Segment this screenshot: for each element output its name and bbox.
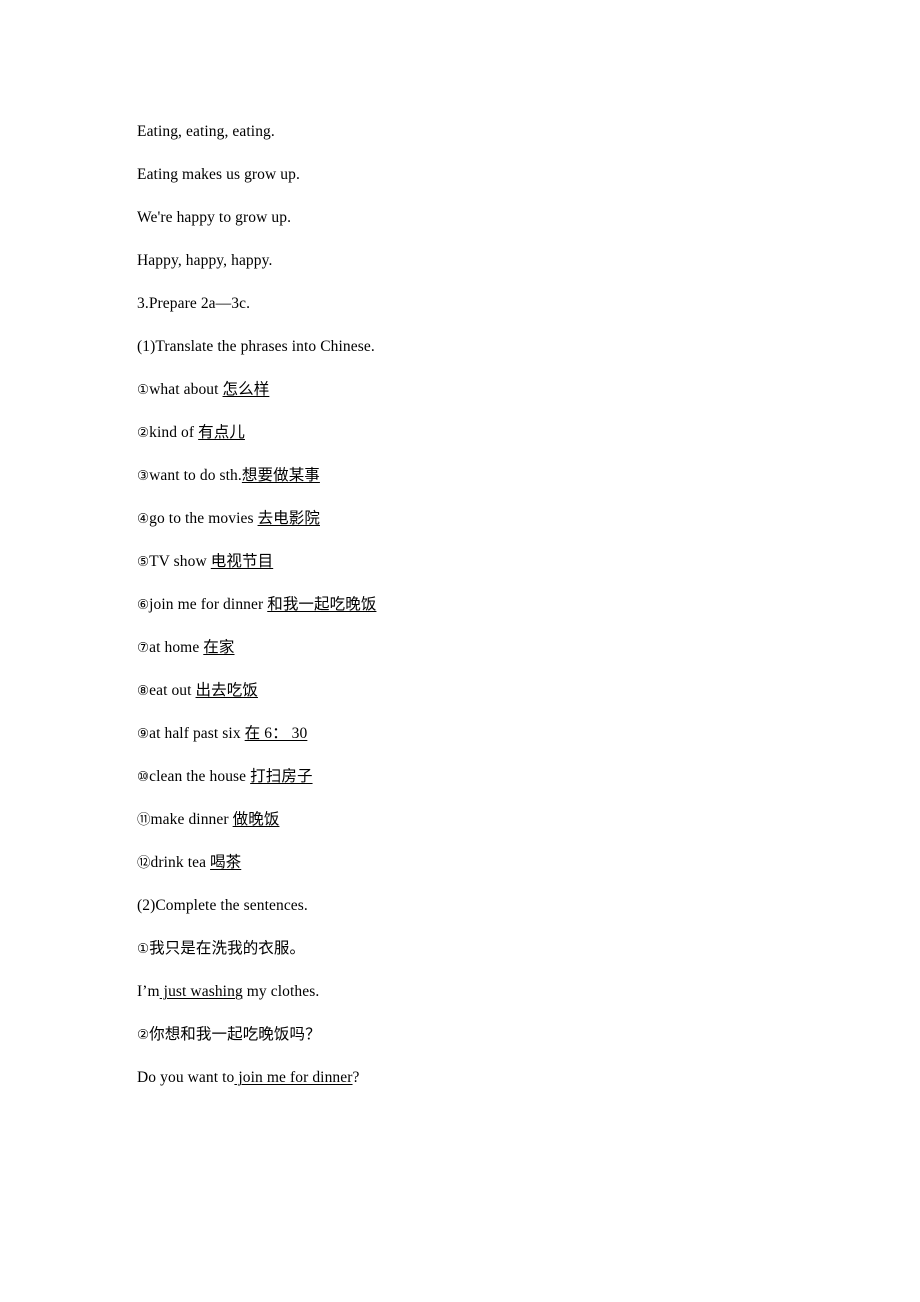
answer-blank: join me for dinner <box>234 1069 353 1086</box>
item-chinese-sentence: 你想和我一起吃晚饭吗？ <box>149 1026 321 1043</box>
item-marker: ② <box>137 425 150 441</box>
item-answer: 怎么样 <box>222 381 270 398</box>
text-line: Happy, happy, happy. <box>137 252 273 269</box>
translate-item: ③want to do sth.想要做某事 <box>137 466 837 486</box>
item-answer: 打扫房子 <box>250 768 313 785</box>
item-prompt: drink tea <box>150 854 211 871</box>
translate-item: ⑧eat out 出去吃饭 <box>137 681 837 701</box>
translate-item: ⑨at half past six 在 6： 30 <box>137 724 837 744</box>
item-marker: ⑥ <box>137 597 150 613</box>
item-answer: 在 6： 30 <box>244 725 308 742</box>
item-prompt: make dinner <box>150 811 233 828</box>
item-marker: ② <box>137 1027 150 1043</box>
item-marker: ⑦ <box>137 640 150 656</box>
item-marker: ① <box>137 941 150 957</box>
translate-item: ⑫drink tea 喝茶 <box>137 853 837 873</box>
complete-item-chinese: ①我只是在洗我的衣服。 <box>137 939 837 959</box>
translate-item: ②kind of 有点儿 <box>137 423 837 443</box>
translate-item: ⑤TV show 电视节目 <box>137 552 837 572</box>
translate-item: ①what about 怎么样 <box>137 380 837 400</box>
item-answer: 做晚饭 <box>232 811 280 828</box>
item-prompt: join me for dinner <box>149 596 268 613</box>
item-answer: 和我一起吃晚饭 <box>267 596 377 613</box>
item-marker: ⑤ <box>137 554 150 570</box>
item-answer: 电视节目 <box>210 553 274 570</box>
document-page: Eating, eating, eating. Eating makes us … <box>0 0 920 1302</box>
item-chinese-sentence: 我只是在洗我的衣服。 <box>149 940 306 957</box>
translate-item: ⑩clean the house 打扫房子 <box>137 767 837 787</box>
item-marker: ③ <box>137 468 150 484</box>
item-marker: ⑪ <box>137 812 151 828</box>
translate-item: ⑦at home 在家 <box>137 638 837 658</box>
section-heading-prepare: 3.Prepare 2a—3c. <box>137 295 251 312</box>
item-prompt: what about <box>149 381 223 398</box>
text-line: Eating makes us grow up. <box>137 166 300 183</box>
item-answer: 喝茶 <box>210 854 242 871</box>
item-marker: ① <box>137 382 150 398</box>
translate-item: ⑪make dinner 做晚饭 <box>137 810 837 830</box>
complete-item-answer: I’m just washing my clothes. <box>137 982 837 1002</box>
item-answer: 想要做某事 <box>241 467 320 484</box>
item-prompt: go to the movies <box>149 510 258 527</box>
item-prompt: at home <box>149 639 204 656</box>
complete-item-chinese: ②你想和我一起吃晚饭吗？ <box>137 1025 837 1045</box>
translate-item: ⑥join me for dinner 和我一起吃晚饭 <box>137 595 837 615</box>
subsection-heading-translate: (1)Translate the phrases into Chinese. <box>137 338 375 355</box>
item-prompt: TV show <box>149 553 211 570</box>
item-marker: ⑩ <box>137 769 150 785</box>
item-answer: 出去吃饭 <box>195 682 258 699</box>
item-marker: ⑫ <box>137 855 151 871</box>
item-answer: 在家 <box>203 639 235 656</box>
item-answer: 去电影院 <box>257 510 320 527</box>
item-prompt: at half past six <box>149 725 245 742</box>
item-prompt: kind of <box>149 424 199 441</box>
document-text-body: Eating, eating, eating. Eating makes us … <box>137 122 837 1088</box>
item-marker: ④ <box>137 511 150 527</box>
answer-prefix: Do you want to <box>137 1069 235 1086</box>
subsection-heading-complete: (2)Complete the sentences. <box>137 897 308 914</box>
answer-blank: just washing <box>159 983 243 1000</box>
complete-item-answer: Do you want to join me for dinner? <box>137 1068 837 1088</box>
item-prompt: eat out <box>149 682 196 699</box>
item-prompt: want to do sth. <box>149 467 242 484</box>
item-prompt: clean the house <box>149 768 251 785</box>
item-marker: ⑨ <box>137 726 150 742</box>
item-marker: ⑧ <box>137 683 150 699</box>
translate-item: ④go to the movies 去电影院 <box>137 509 837 529</box>
item-answer: 有点儿 <box>198 424 245 441</box>
answer-suffix: ? <box>352 1069 360 1086</box>
answer-prefix: I’m <box>137 983 160 1000</box>
text-line: Eating, eating, eating. <box>137 123 275 140</box>
answer-suffix: my clothes. <box>242 983 320 1000</box>
text-line: We're happy to grow up. <box>137 209 292 226</box>
